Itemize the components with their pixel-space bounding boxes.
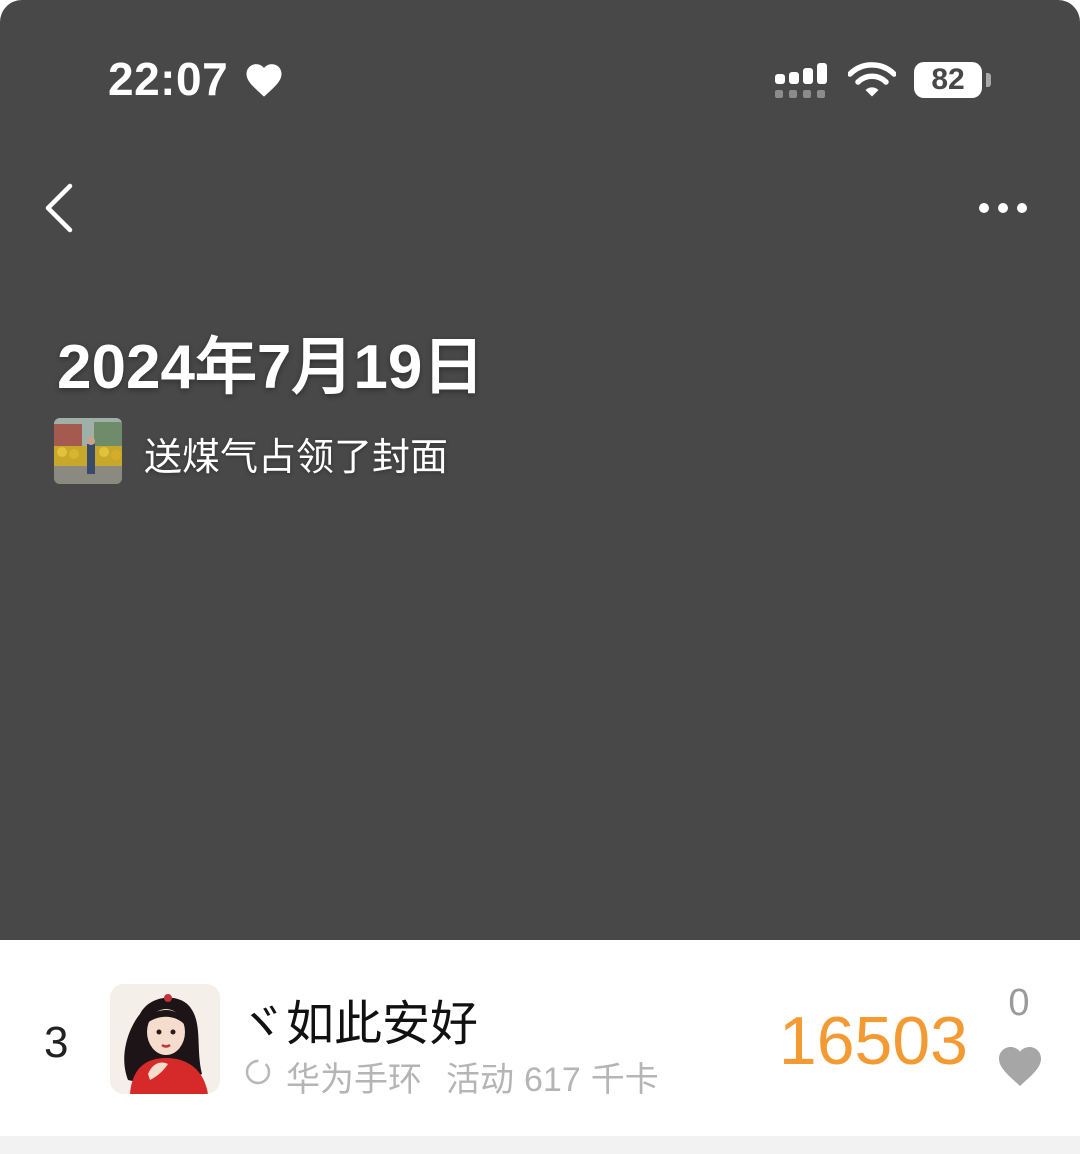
heart-icon [246, 64, 282, 97]
activity-value: 617 [524, 1061, 581, 1099]
cellular-signal-icon [775, 63, 827, 98]
like-button[interactable] [996, 1044, 1044, 1088]
user-name: ヾ如此安好 [238, 998, 479, 1051]
more-button[interactable] [970, 188, 1036, 228]
ranking-row[interactable]: 3 ヾ如此安好 华为手环 活动 617 千卡 16503 0 [0, 940, 1080, 1136]
like-count: 0 [1008, 982, 1030, 1024]
battery-tip [986, 73, 991, 87]
device-source-icon [245, 1059, 271, 1085]
cover-area: 22:07 82 2024年7月19日 送煤气占领了封面 [0, 0, 1080, 940]
step-count: 16503 [778, 1003, 968, 1079]
cover-holder-photo[interactable] [54, 418, 122, 484]
page-title: 2024年7月19日 [57, 333, 485, 402]
avatar[interactable] [110, 984, 220, 1094]
battery-icon: 82 [914, 62, 982, 98]
device-source-label: 华为手环 [286, 1061, 422, 1099]
cover-caption: 送煤气占领了封面 [144, 437, 449, 479]
rank-number: 3 [44, 1018, 69, 1067]
wifi-icon [848, 62, 896, 97]
activity-unit: 千卡 [590, 1061, 659, 1099]
bottom-divider [0, 1136, 1080, 1154]
activity-label: 活动 [446, 1061, 514, 1099]
activity-calories: 活动 617 千卡 [446, 1052, 669, 1101]
status-time: 22:07 [108, 53, 229, 105]
back-button[interactable] [36, 178, 86, 238]
